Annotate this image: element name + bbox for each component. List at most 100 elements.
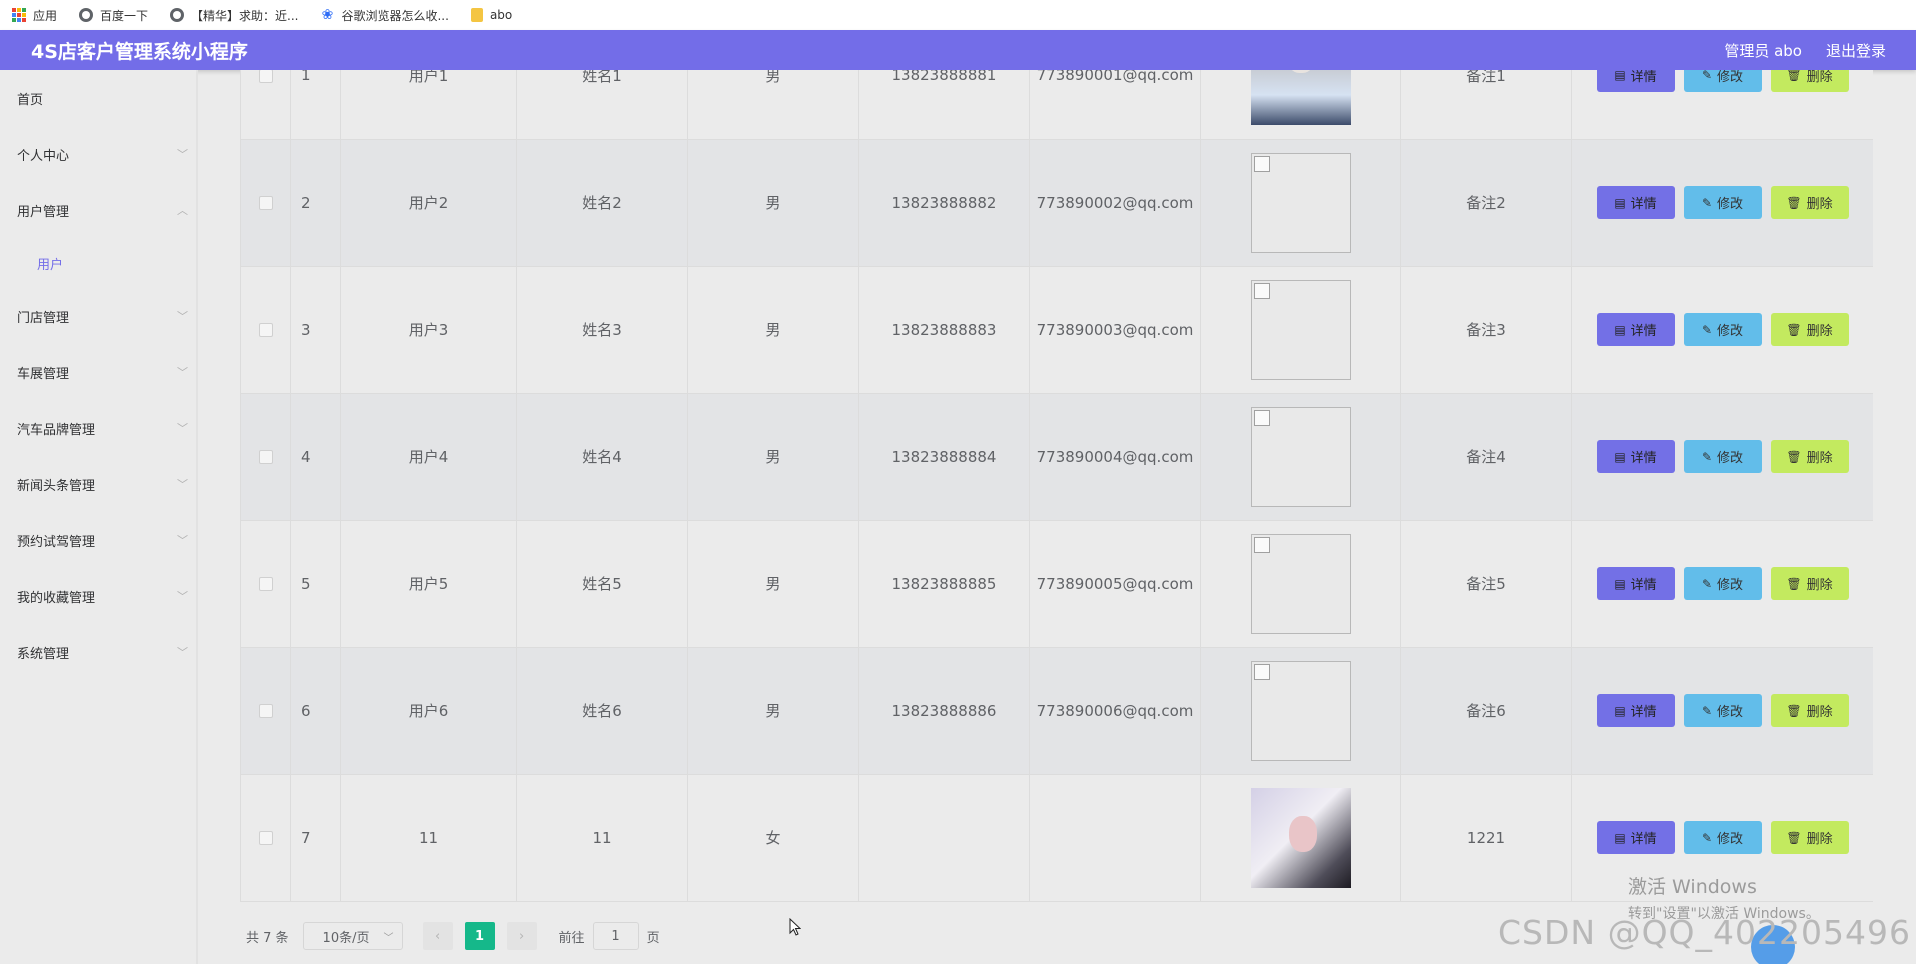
edit-button[interactable]: ✎ 修改 [1683, 313, 1762, 346]
sidebar-item-system-management[interactable]: 系统管理 ﹀ [0, 624, 196, 680]
sidebar-subitem-user[interactable]: 用户 [0, 238, 196, 288]
chevron-down-icon: ﹀ [177, 478, 188, 491]
user-account: 用户3 [408, 321, 449, 339]
index-cell: 1 [290, 70, 341, 140]
logout-button[interactable]: 退出登录 [1826, 40, 1886, 61]
delete-button[interactable]: 🗑 删除 [1770, 313, 1849, 346]
app-header: 4S店客户管理系统小程序 管理员 abo 退出登录 [0, 30, 1916, 70]
select-cell [240, 520, 291, 648]
phone-cell: 13823888886 [858, 647, 1030, 775]
delete-button[interactable]: 🗑 删除 [1770, 821, 1849, 854]
page-size-value: 10条/页 [322, 930, 370, 946]
sidebar-item-user-management[interactable]: 用户管理 ︿ [0, 182, 196, 238]
trash-icon: 🗑 [1786, 195, 1802, 210]
row-checkbox[interactable] [258, 831, 273, 845]
table-row: 4 用户4 姓名4 男 13823888884 773890004@qq.com… [240, 393, 1873, 521]
row-checkbox[interactable] [258, 70, 273, 83]
user-account: 用户6 [408, 702, 449, 720]
row-checkbox[interactable] [258, 196, 273, 210]
user-name: 姓名1 [582, 70, 622, 85]
broken-image-icon [1250, 279, 1351, 380]
detail-button[interactable]: ▤ 详情 [1596, 567, 1675, 600]
name-cell: 姓名6 [516, 647, 688, 775]
account-cell: 用户3 [340, 266, 517, 394]
user-remark: 1221 [1466, 828, 1506, 847]
sidebar-item-personal-center[interactable]: 个人中心 ﹀ [0, 126, 196, 182]
sidebar-item-label: 新闻头条管理 [17, 478, 96, 494]
trash-icon: 🗑 [1786, 703, 1802, 718]
edit-button[interactable]: ✎ 修改 [1683, 567, 1762, 600]
detail-button-label: 详情 [1630, 197, 1657, 212]
index-cell: 3 [290, 266, 341, 394]
table-row: 3 用户3 姓名3 男 13823888883 773890003@qq.com… [240, 266, 1873, 394]
sidebar-item-car-show-management[interactable]: 车展管理 ﹀ [0, 344, 196, 400]
edit-button-label: 修改 [1717, 451, 1744, 466]
sidebar-item-test-drive-management[interactable]: 预约试驾管理 ﹀ [0, 512, 196, 568]
next-page-button[interactable]: › [506, 922, 537, 950]
apps-icon [12, 8, 26, 22]
detail-button[interactable]: ▤ 详情 [1596, 821, 1675, 854]
delete-button-label: 删除 [1806, 832, 1833, 847]
detail-button[interactable]: ▤ 详情 [1596, 313, 1675, 346]
prev-page-button[interactable]: ‹ [422, 922, 453, 950]
goto-page-input[interactable] [592, 922, 639, 950]
actions-cell: ▤ 详情 ✎ 修改 🗑 删除 [1571, 139, 1873, 267]
user-remark: 备注4 [1466, 448, 1506, 466]
chevron-down-icon: ﹀ [177, 422, 188, 435]
sidebar-item-label: 首页 [17, 92, 44, 108]
bookmark-label: 谷歌浏览器怎么收... [341, 8, 449, 23]
sidebar-item-news-management[interactable]: 新闻头条管理 ﹀ [0, 456, 196, 512]
user-name: 姓名5 [582, 575, 622, 593]
detail-button[interactable]: ▤ 详情 [1596, 70, 1675, 92]
delete-button[interactable]: 🗑 删除 [1770, 567, 1849, 600]
bookmark-baidu[interactable]: 百度一下 [79, 7, 148, 24]
table-row: 2 用户2 姓名2 男 13823888882 773890002@qq.com… [240, 139, 1873, 267]
detail-button[interactable]: ▤ 详情 [1596, 186, 1675, 219]
select-cell [240, 266, 291, 394]
page-number-current[interactable]: 1 [464, 922, 495, 950]
sidebar-item-car-brand-management[interactable]: 汽车品牌管理 ﹀ [0, 400, 196, 456]
page-size-select[interactable]: 10条/页 ﹀ [302, 922, 403, 950]
edit-button[interactable]: ✎ 修改 [1683, 821, 1762, 854]
edit-button[interactable]: ✎ 修改 [1683, 70, 1762, 92]
index-cell: 4 [290, 393, 341, 521]
table-row: 5 用户5 姓名5 男 13823888885 773890005@qq.com… [240, 520, 1873, 648]
gender-cell: 男 [687, 139, 859, 267]
trash-icon: 🗑 [1786, 449, 1802, 464]
delete-button[interactable]: 🗑 删除 [1770, 440, 1849, 473]
detail-button-label: 详情 [1630, 324, 1657, 339]
edit-button[interactable]: ✎ 修改 [1683, 694, 1762, 727]
bookmark-apps[interactable]: 应用 [12, 7, 57, 24]
user-phone: 13823888884 [891, 447, 997, 466]
sidebar-item-home[interactable]: 首页 [0, 70, 196, 126]
row-checkbox[interactable] [258, 577, 273, 591]
document-icon: ▤ [1614, 322, 1626, 337]
bookmark-help-post[interactable]: 【精华】求助：近... [170, 7, 298, 24]
row-index: 4 [301, 447, 311, 466]
detail-button[interactable]: ▤ 详情 [1596, 694, 1675, 727]
delete-button-label: 删除 [1806, 578, 1833, 593]
delete-button[interactable]: 🗑 删除 [1770, 70, 1849, 92]
detail-button[interactable]: ▤ 详情 [1596, 440, 1675, 473]
edit-button[interactable]: ✎ 修改 [1683, 186, 1762, 219]
broken-image-icon [1250, 660, 1351, 761]
user-account: 用户4 [408, 448, 449, 466]
user-account: 用户1 [408, 70, 449, 85]
pencil-icon: ✎ [1701, 195, 1713, 210]
delete-button[interactable]: 🗑 删除 [1770, 694, 1849, 727]
edit-button[interactable]: ✎ 修改 [1683, 440, 1762, 473]
row-checkbox[interactable] [258, 450, 273, 464]
sidebar-item-store-management[interactable]: 门店管理 ﹀ [0, 288, 196, 344]
sidebar-item-favorites-management[interactable]: 我的收藏管理 ﹀ [0, 568, 196, 624]
detail-button-label: 详情 [1630, 70, 1657, 85]
bookmark-abo[interactable]: abo [470, 8, 512, 22]
phone-cell: 13823888884 [858, 393, 1030, 521]
edit-button-label: 修改 [1717, 197, 1744, 212]
admin-user-label[interactable]: 管理员 abo [1724, 40, 1802, 61]
row-checkbox[interactable] [258, 323, 273, 337]
row-checkbox[interactable] [258, 704, 273, 718]
bookmark-chrome-collect[interactable]: ❀ 谷歌浏览器怎么收... [320, 7, 449, 24]
user-avatar-photo [1250, 787, 1351, 888]
photo-cell [1200, 520, 1401, 648]
delete-button[interactable]: 🗑 删除 [1770, 186, 1849, 219]
